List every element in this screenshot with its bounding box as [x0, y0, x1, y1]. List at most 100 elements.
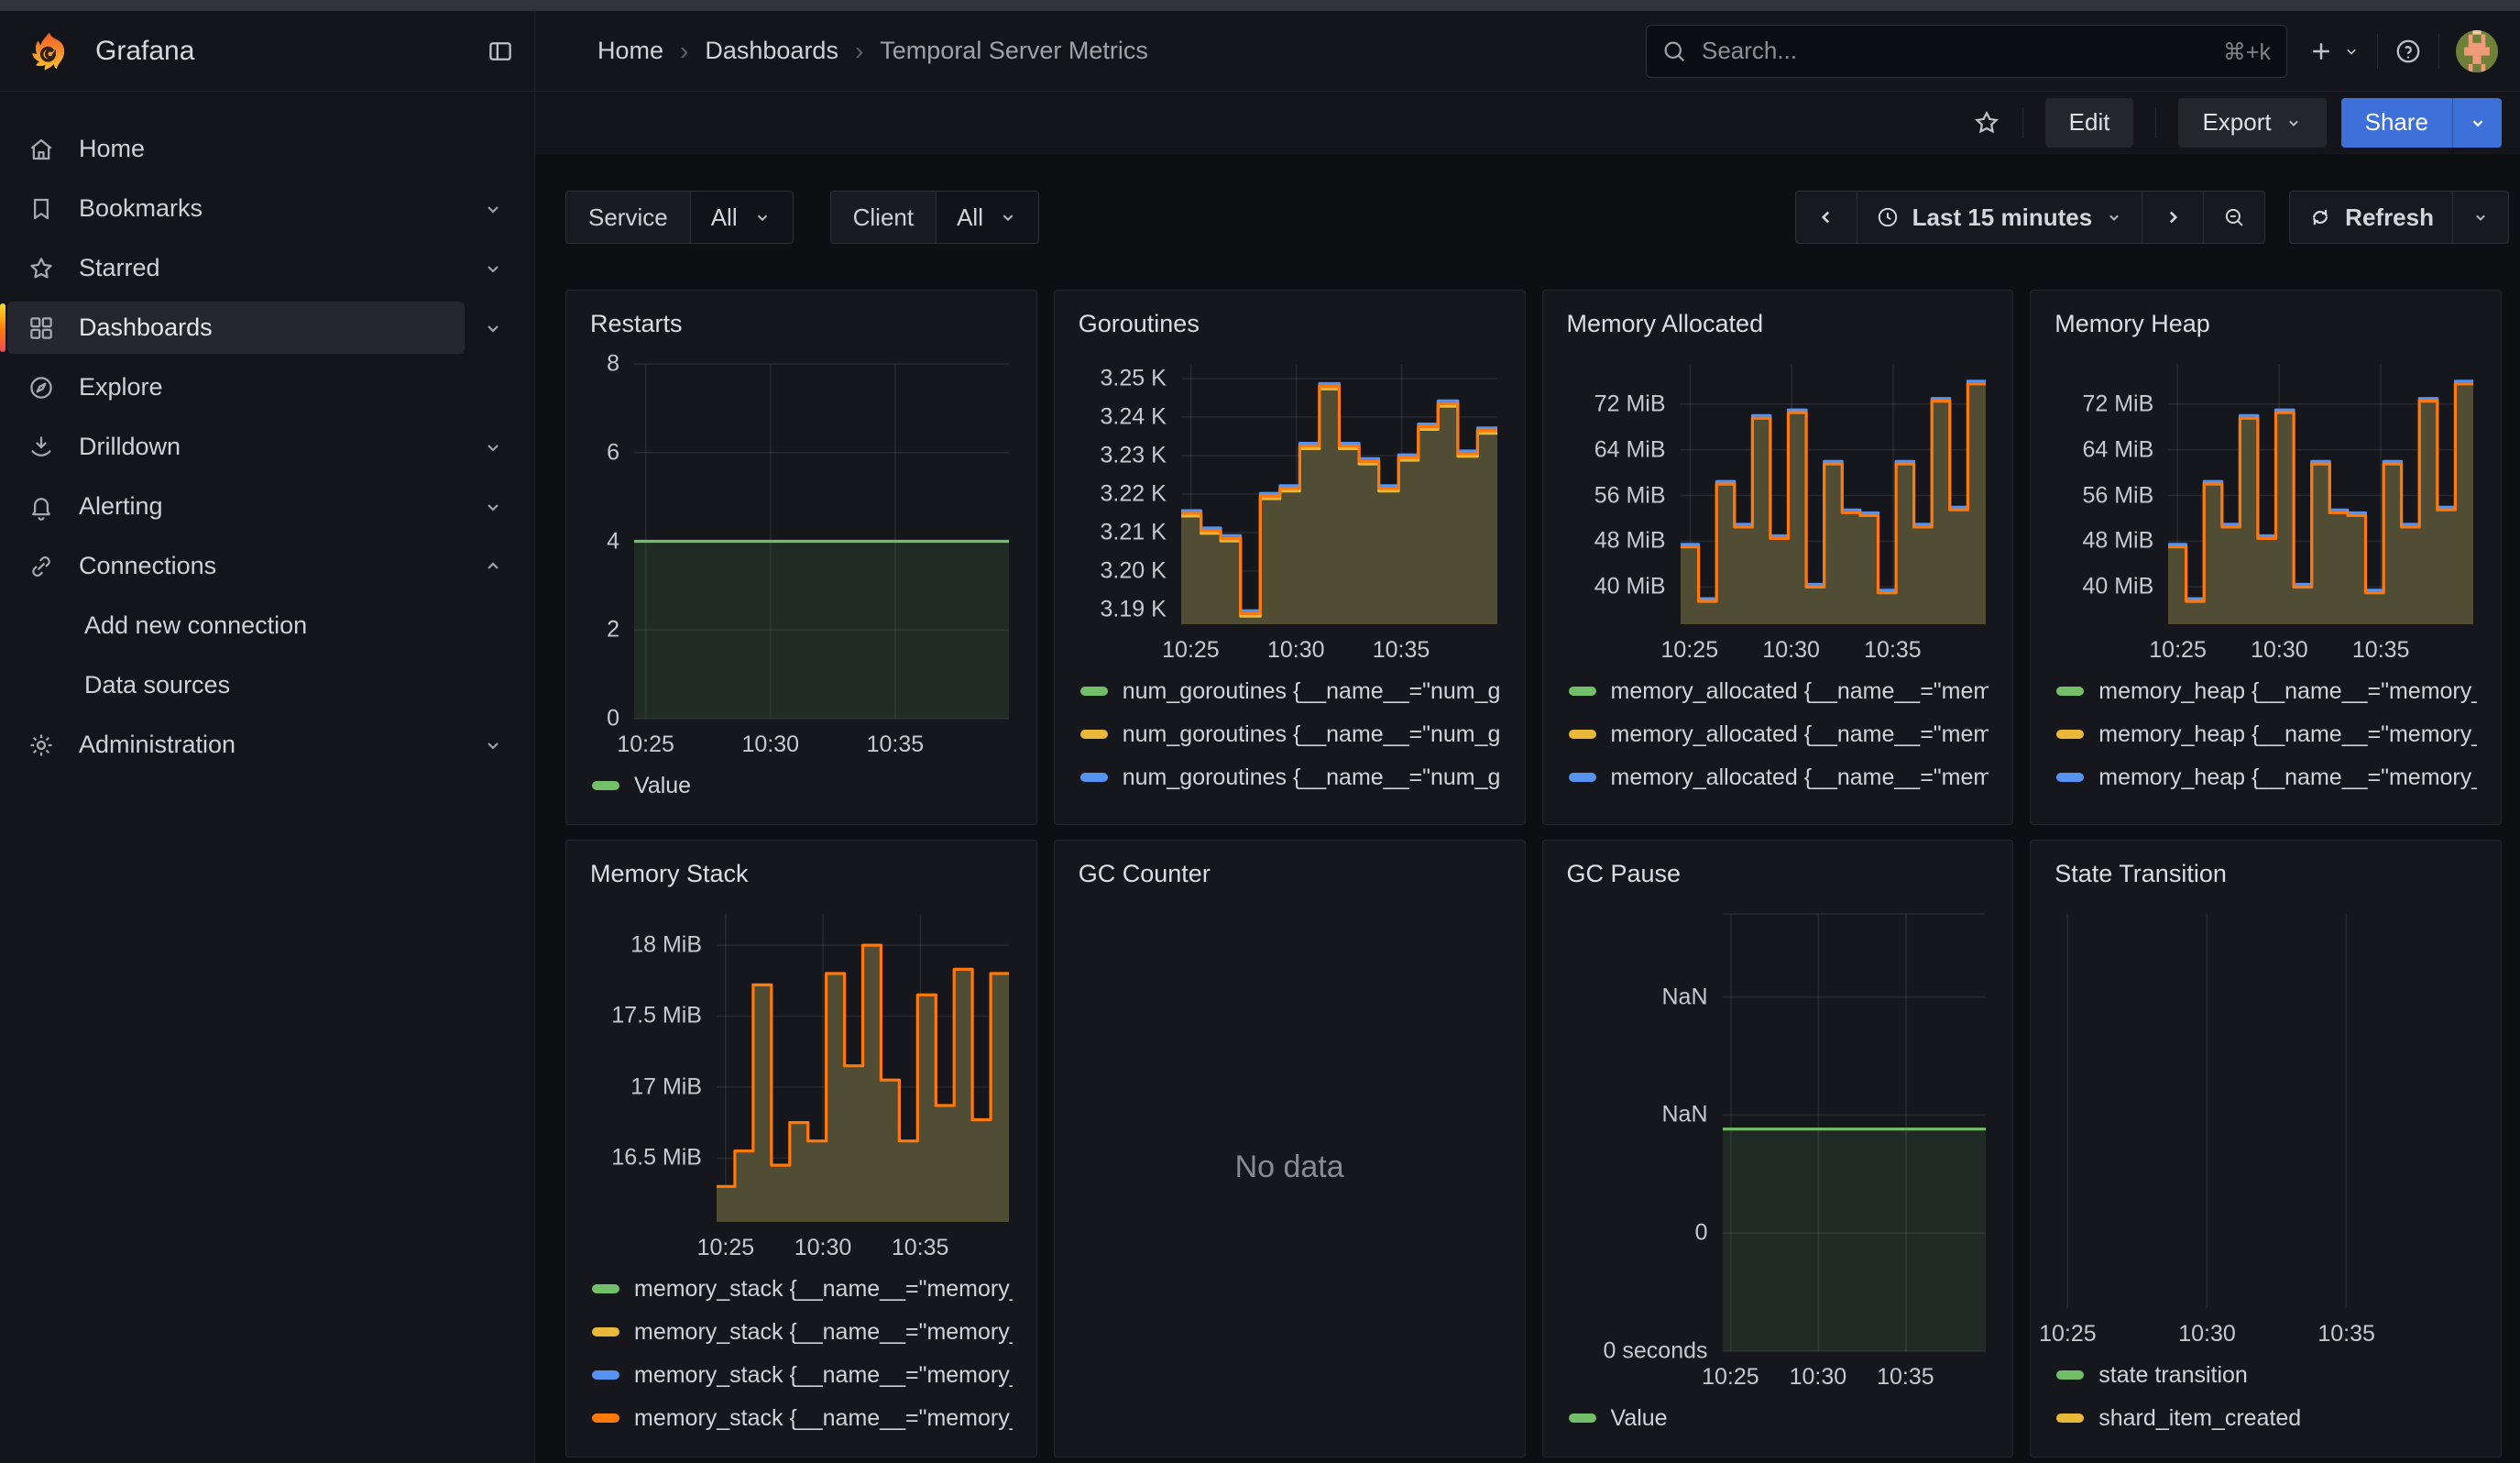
- legend-item[interactable]: memory_stack {__name__="memory_s: [592, 1271, 1013, 1306]
- edit-button[interactable]: Edit: [2045, 98, 2134, 148]
- breadcrumb-home[interactable]: Home: [597, 37, 663, 65]
- legend-series-label: memory_allocated {__name__="memo: [1611, 764, 1989, 791]
- sidebar-item-add-new-connection[interactable]: Add new connection: [7, 600, 521, 652]
- sidebar-item-label: Starred: [79, 254, 160, 282]
- plot-region[interactable]: [634, 364, 1009, 719]
- sidebar-item-administration[interactable]: Administration: [7, 719, 465, 771]
- sidebar-item-starred[interactable]: Starred: [7, 242, 465, 294]
- client-filter-value[interactable]: All: [937, 192, 1038, 243]
- main-area: Edit Export Share Service: [535, 92, 2520, 1463]
- plot-region[interactable]: [1723, 914, 1986, 1351]
- legend-item[interactable]: memory_allocated {__name__="memo: [1569, 760, 1989, 795]
- panel-title[interactable]: State Transition: [2054, 857, 2477, 890]
- legend-item[interactable]: num_goroutines {__name__="num_go: [1080, 717, 1501, 752]
- divider: [2022, 107, 2023, 138]
- chevron-down-icon: [2342, 42, 2361, 60]
- panel-memory-stack: Memory Stack 18 MiB17.5 MiB17 MiB16.5 MiB…: [565, 840, 1037, 1458]
- legend-item[interactable]: memory_heap {__name__="memory_h: [2056, 674, 2477, 709]
- legend-item[interactable]: memory_heap {__name__="memory_h: [2056, 717, 2477, 752]
- new-menu-button[interactable]: [2307, 38, 2361, 65]
- sidebar-item-alerting[interactable]: Alerting: [7, 480, 465, 533]
- export-button[interactable]: Export: [2178, 98, 2326, 148]
- sidebar-expand-toggle-drilldown[interactable]: [465, 421, 521, 473]
- sidebar-row-dashboards: Dashboards: [7, 302, 521, 354]
- time-range-picker-button[interactable]: Last 15 minutes: [1857, 191, 2143, 244]
- refresh-button[interactable]: Refresh: [2289, 191, 2453, 244]
- legend-item[interactable]: memory_allocated {__name__="memo: [1569, 674, 1989, 709]
- legend-series-label: memory_stack {__name__="memory_s: [634, 1319, 1013, 1346]
- y-axis-tick-label: 72 MiB: [1594, 390, 1666, 417]
- legend-item[interactable]: num_goroutines {__name__="num_go: [1080, 803, 1501, 811]
- plot-region[interactable]: [1681, 364, 1986, 624]
- sidebar-item-data-sources[interactable]: Data sources: [7, 659, 521, 711]
- chart-area: 18 MiB17.5 MiB17 MiB16.5 MiB: [590, 914, 1013, 1222]
- time-shift-forward-button[interactable]: [2142, 191, 2204, 244]
- plot-region[interactable]: [2054, 914, 2473, 1308]
- chevron-up-icon: [482, 556, 504, 578]
- legend-item[interactable]: memory_allocated {__name__="memo: [1569, 803, 1989, 811]
- chart-svg: [1681, 364, 1986, 624]
- breadcrumb-dashboards[interactable]: Dashboards: [705, 37, 838, 65]
- x-axis-tick-label: 10:30: [1762, 637, 1820, 664]
- zoom-out-time-button[interactable]: [2203, 191, 2265, 244]
- panel-title[interactable]: Memory Allocated: [1567, 307, 1989, 340]
- sidebar-expand-toggle-administration[interactable]: [465, 719, 521, 771]
- legend-series-label: memory_allocated {__name__="memo: [1611, 808, 1989, 812]
- search-input[interactable]: [1646, 25, 2287, 78]
- share-options-button[interactable]: [2452, 98, 2502, 148]
- plot-region[interactable]: [717, 914, 1009, 1222]
- sidebar-item-explore[interactable]: Explore: [7, 361, 521, 413]
- chart-svg: [1181, 364, 1497, 624]
- y-axis: 72 MiB64 MiB56 MiB48 MiB40 MiB: [2054, 364, 2168, 624]
- export-button-label: Export: [2202, 108, 2271, 137]
- sidebar-item-bookmarks[interactable]: Bookmarks: [7, 182, 465, 235]
- mega-menu-toggle-button[interactable]: [487, 38, 514, 65]
- sidebar-item-drilldown[interactable]: Drilldown: [7, 421, 465, 473]
- panel-legend: memory_stack {__name__="memory_s memory_s…: [590, 1271, 1013, 1444]
- user-avatar[interactable]: [2456, 30, 2498, 72]
- chevron-down-icon: [482, 496, 504, 518]
- sidebar-item-connections[interactable]: Connections: [7, 540, 465, 592]
- panel-left-icon: [487, 38, 514, 65]
- chart-svg: [2054, 914, 2473, 1308]
- panel-title[interactable]: Goroutines: [1079, 307, 1501, 340]
- sidebar-expand-toggle-bookmarks[interactable]: [465, 182, 521, 235]
- plot-region[interactable]: [2168, 364, 2473, 624]
- legend-series-label: memory_stack {__name__="memory_s: [634, 1276, 1013, 1303]
- legend-item[interactable]: memory_heap {__name__="memory_h: [2056, 760, 2477, 795]
- client-filter[interactable]: Client All: [830, 191, 1039, 244]
- legend-item[interactable]: num_goroutines {__name__="num_go: [1080, 760, 1501, 795]
- sidebar-item-home[interactable]: Home: [7, 123, 521, 175]
- panel-title[interactable]: Memory Stack: [590, 857, 1013, 890]
- legend-series-swatch: [592, 1370, 619, 1380]
- sidebar-item-label: Home: [79, 135, 145, 163]
- sidebar-item-label: Add new connection: [84, 611, 307, 640]
- sidebar-expand-toggle-dashboards[interactable]: [465, 302, 521, 354]
- sidebar-item-dashboards[interactable]: Dashboards: [7, 302, 465, 354]
- legend-item[interactable]: memory_stack {__name__="memory_s: [592, 1314, 1013, 1349]
- legend-item[interactable]: num_goroutines {__name__="num_go: [1080, 674, 1501, 709]
- legend-item[interactable]: memory_stack {__name__="memory_s: [592, 1358, 1013, 1392]
- panel-title[interactable]: GC Pause: [1567, 857, 1989, 890]
- panel-title[interactable]: Restarts: [590, 307, 1013, 340]
- panel-title[interactable]: Memory Heap: [2054, 307, 2477, 340]
- panel-title[interactable]: GC Counter: [1079, 857, 1501, 890]
- sidebar-expand-toggle-connections[interactable]: [465, 540, 521, 592]
- sidebar-expand-toggle-alerting[interactable]: [465, 480, 521, 533]
- legend-item[interactable]: memory_stack {__name__="memory_s: [592, 1401, 1013, 1436]
- legend-item[interactable]: memory_allocated {__name__="memo: [1569, 717, 1989, 752]
- favorite-star-button[interactable]: [1973, 109, 2000, 137]
- legend-item[interactable]: shard_item_created: [2056, 1401, 2477, 1436]
- time-shift-back-button[interactable]: [1795, 191, 1857, 244]
- help-button[interactable]: [2394, 38, 2422, 65]
- legend-item[interactable]: state transition: [2056, 1358, 2477, 1392]
- service-filter-value[interactable]: All: [691, 192, 793, 243]
- refresh-interval-button[interactable]: [2452, 191, 2509, 244]
- sidebar-expand-toggle-starred[interactable]: [465, 242, 521, 294]
- plot-region[interactable]: [1181, 364, 1497, 624]
- share-button[interactable]: Share: [2341, 98, 2452, 148]
- legend-item[interactable]: Value: [592, 768, 1013, 803]
- legend-item[interactable]: memory_heap {__name__="memory_h: [2056, 803, 2477, 811]
- service-filter[interactable]: Service All: [565, 191, 794, 244]
- legend-item[interactable]: Value: [1569, 1401, 1989, 1436]
